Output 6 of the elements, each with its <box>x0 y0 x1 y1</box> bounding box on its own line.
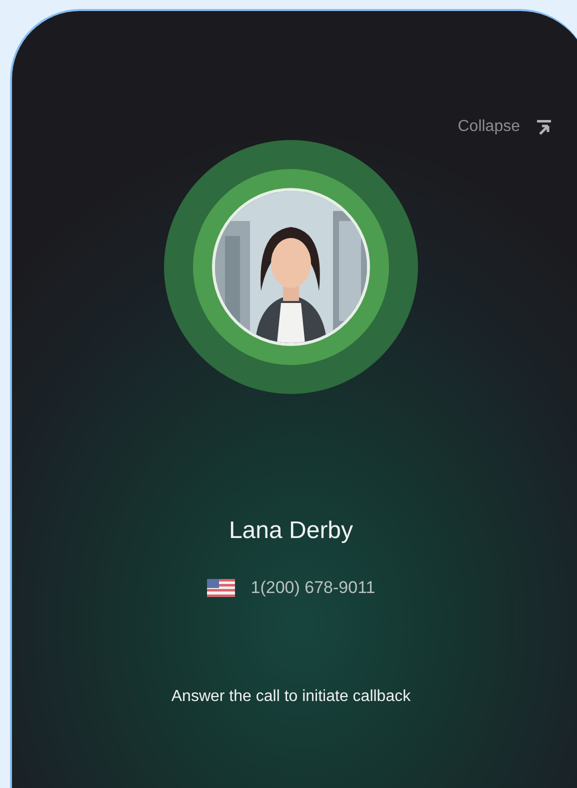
phone-number: 1(200) 678-9011 <box>250 577 376 599</box>
callback-message: Answer the call to initiate callback <box>171 686 411 706</box>
collapse-icon <box>536 119 552 135</box>
contact-name: Lana Derby <box>228 516 354 546</box>
flag-icon <box>206 578 235 597</box>
collapse-button[interactable]: Collapse <box>458 115 552 139</box>
